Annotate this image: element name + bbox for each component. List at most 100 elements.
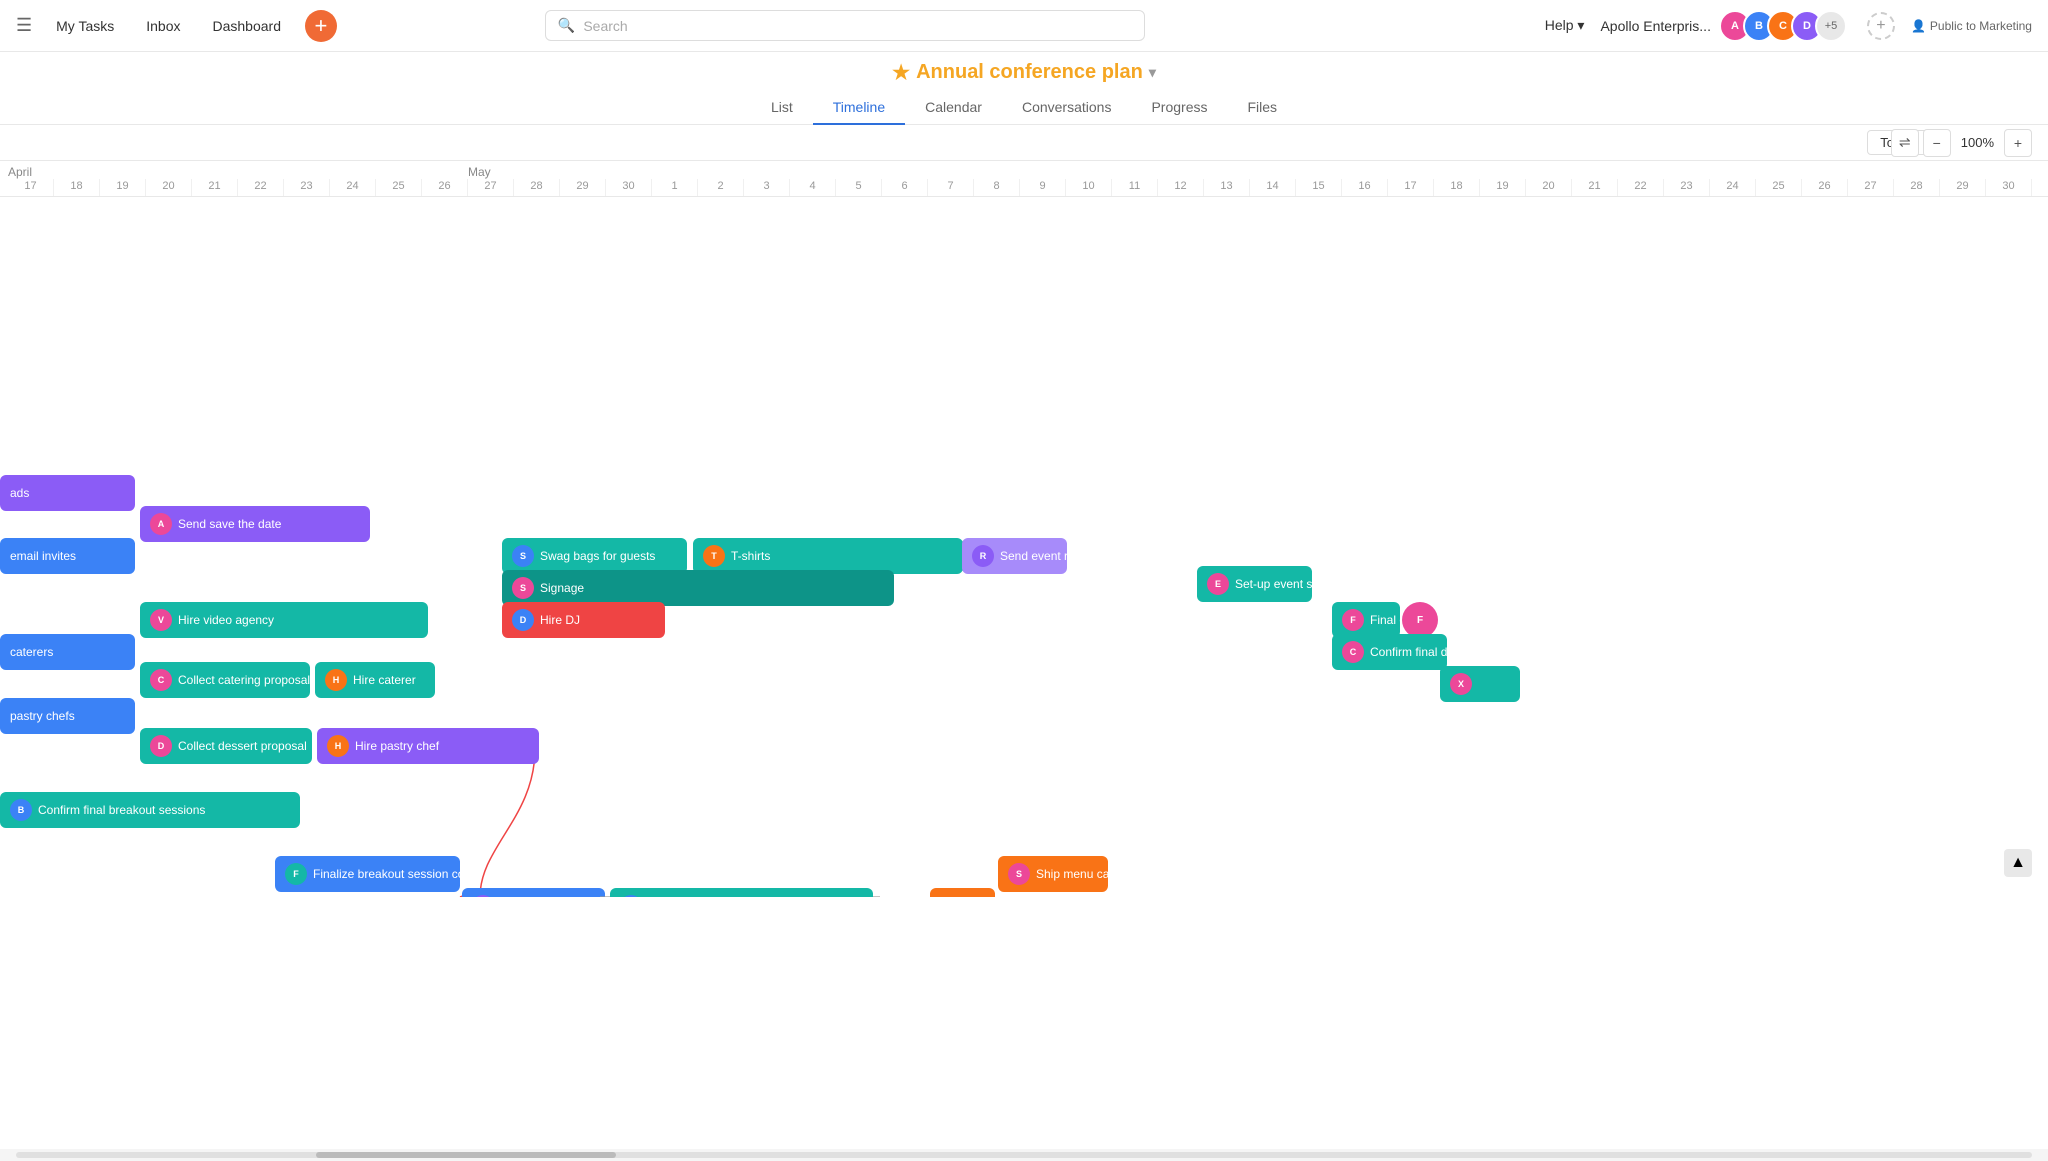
task-final-event[interactable]: F Final event... <box>1332 602 1400 638</box>
task-swag-bags[interactable]: S Swag bags for guests <box>502 538 687 574</box>
task-finalize-breakout-label: Finalize breakout session content <box>313 867 460 881</box>
add-button[interactable]: + <box>305 10 337 42</box>
zoom-left-button[interactable]: ⇌ <box>1891 129 1919 157</box>
date-ruler: April May 17 18 19 20 21 22 23 24 25 26 … <box>0 161 2048 197</box>
tab-progress[interactable]: Progress <box>1131 91 1227 125</box>
search-placeholder: Search <box>583 18 627 34</box>
task-final-event-avatar: F <box>1342 609 1364 631</box>
add-member-button[interactable]: + <box>1867 12 1895 40</box>
tab-conversations[interactable]: Conversations <box>1002 91 1132 125</box>
task-print-menu-avatar: P <box>940 895 962 897</box>
task-pastry-chefs-label: pastry chefs <box>10 709 75 723</box>
zoom-in-button[interactable]: + <box>2004 129 2032 157</box>
task-design-menu-cards-avatar: D <box>620 895 642 897</box>
task-email-invites[interactable]: email invites <box>0 538 135 574</box>
task-confirm-final-breakout-label: Confirm final breakout sessions <box>38 803 205 817</box>
task-send-event-reminder[interactable]: R Send event reminder <box>962 538 1067 574</box>
date-may-10: 10 <box>1066 179 1112 196</box>
task-far-right[interactable]: X <box>1440 666 1520 702</box>
project-title[interactable]: ★ Annual conference plan ▾ <box>892 60 1156 85</box>
task-final-event-solo-avatar[interactable]: F <box>1402 602 1438 638</box>
task-hire-caterer[interactable]: H Hire caterer <box>315 662 435 698</box>
task-setup-event-space[interactable]: E Set-up event space <box>1197 566 1312 602</box>
task-hire-dj-label: Hire DJ <box>540 613 580 627</box>
task-collect-dessert[interactable]: D Collect dessert proposal <box>140 728 312 764</box>
task-confirm-final-details-label: Confirm final details <box>1370 645 1447 659</box>
task-confirm-final-details[interactable]: C Confirm final details <box>1332 634 1447 670</box>
project-tabs: List Timeline Calendar Conversations Pro… <box>0 91 2048 124</box>
company-name[interactable]: Apollo Enterpris... <box>1600 18 1711 34</box>
dashboard-link[interactable]: Dashboard <box>204 14 289 38</box>
date-19: 19 <box>100 179 146 196</box>
task-setup-event-space-avatar: E <box>1207 573 1229 595</box>
task-hire-dj[interactable]: D Hire DJ <box>502 602 665 638</box>
task-swag-bags-label: Swag bags for guests <box>540 549 655 563</box>
date-may-6: 6 <box>882 179 928 196</box>
date-may-19: 19 <box>1480 179 1526 196</box>
inbox-link[interactable]: Inbox <box>138 14 188 38</box>
date-may-23: 23 <box>1664 179 1710 196</box>
task-design-menu-cards[interactable]: D Design menu cards <box>610 888 873 897</box>
date-18: 18 <box>54 179 100 196</box>
date-may-25: 25 <box>1756 179 1802 196</box>
task-collect-catering[interactable]: C Collect catering proposals <box>140 662 310 698</box>
task-send-save-date[interactable]: A Send save the date <box>140 506 370 542</box>
help-link[interactable]: Help ▾ <box>1545 17 1585 34</box>
date-may-30: 30 <box>1986 179 2032 196</box>
date-may-20: 20 <box>1526 179 1572 196</box>
date-21: 21 <box>192 179 238 196</box>
task-signage[interactable]: S Signage <box>502 570 894 606</box>
task-hire-pastry-chef-avatar: H <box>327 735 349 757</box>
date-may-18: 18 <box>1434 179 1480 196</box>
date-may-11: 11 <box>1112 179 1158 196</box>
tab-calendar[interactable]: Calendar <box>905 91 1002 125</box>
task-tshirts[interactable]: T T-shirts <box>693 538 963 574</box>
date-may-16: 16 <box>1342 179 1388 196</box>
task-hire-pastry-chef[interactable]: H Hire pastry chef <box>317 728 539 764</box>
bottom-scrollbar-thumb[interactable] <box>316 1152 616 1158</box>
task-hire-pastry-chef-label: Hire pastry chef <box>355 739 439 753</box>
star-icon: ★ <box>892 60 910 85</box>
task-ship-menu-cards[interactable]: S Ship menu cards to... <box>998 856 1108 892</box>
task-confirm-final-breakout-avatar: B <box>10 799 32 821</box>
task-signage-avatar: S <box>512 577 534 599</box>
scroll-to-top-button[interactable]: ▲ <box>2004 849 2032 877</box>
task-signage-label: Signage <box>540 581 584 595</box>
task-hire-video-agency[interactable]: V Hire video agency <box>140 602 428 638</box>
date-may-8: 8 <box>974 179 1020 196</box>
avatar-count[interactable]: +5 <box>1815 10 1847 42</box>
tab-list[interactable]: List <box>751 91 813 125</box>
task-confirm-final-breakout[interactable]: B Confirm final breakout sessions <box>0 792 300 828</box>
tab-files[interactable]: Files <box>1227 91 1297 125</box>
menu-icon[interactable]: ☰ <box>16 15 32 36</box>
search-bar[interactable]: 🔍 Search <box>545 10 1145 41</box>
task-collect-catering-avatar: C <box>150 669 172 691</box>
date-may-3: 3 <box>744 179 790 196</box>
date-may-12: 12 <box>1158 179 1204 196</box>
zoom-controls: ⇌ − 100% + <box>1891 129 2032 157</box>
task-send-event-reminder-label: Send event reminder <box>1000 549 1067 563</box>
bottom-scrollbar[interactable] <box>0 1149 2048 1161</box>
task-final-event-label: Final event... <box>1370 613 1400 627</box>
date-may-21: 21 <box>1572 179 1618 196</box>
task-caterers[interactable]: caterers <box>0 634 135 670</box>
task-print-menu[interactable]: P Print menu <box>930 888 995 897</box>
my-tasks-link[interactable]: My Tasks <box>48 14 122 38</box>
task-hire-caterer-avatar: H <box>325 669 347 691</box>
task-finalize-menu-avatar: M <box>472 895 494 897</box>
date-28: 28 <box>514 179 560 196</box>
top-navigation: ☰ My Tasks Inbox Dashboard + 🔍 Search He… <box>0 0 2048 52</box>
date-may-17: 17 <box>1388 179 1434 196</box>
task-pastry-chefs[interactable]: pastry chefs <box>0 698 135 734</box>
task-finalize-breakout[interactable]: F Finalize breakout session content <box>275 856 460 892</box>
date-may-9: 9 <box>1020 179 1066 196</box>
date-may-13: 13 <box>1204 179 1250 196</box>
task-swag-bags-avatar: S <box>512 545 534 567</box>
task-collect-catering-label: Collect catering proposals <box>178 673 310 687</box>
tab-timeline[interactable]: Timeline <box>813 91 905 125</box>
date-may-15: 15 <box>1296 179 1342 196</box>
zoom-out-button[interactable]: − <box>1923 129 1951 157</box>
task-ads[interactable]: ads <box>0 475 135 511</box>
task-send-event-reminder-avatar: R <box>972 545 994 567</box>
task-finalize-menu[interactable]: M Finalize menu <box>462 888 605 897</box>
